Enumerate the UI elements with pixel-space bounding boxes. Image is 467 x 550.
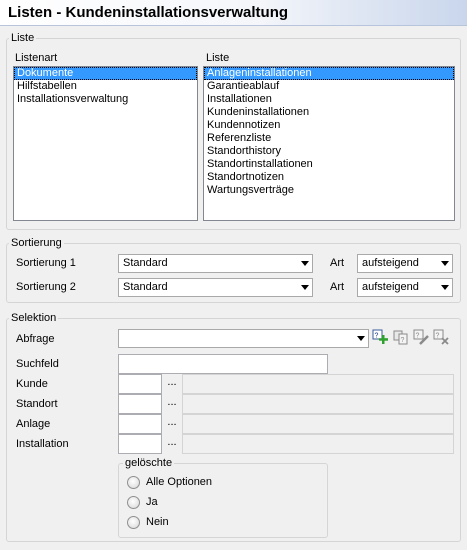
liste-item[interactable]: Kundeninstallationen: [204, 106, 454, 119]
abfrage-select[interactable]: [118, 329, 369, 348]
installation-label: Installation: [16, 438, 69, 450]
anlage-lookup-button[interactable]: ...: [163, 414, 181, 434]
radio-alle-optionen-label: Alle Optionen: [146, 476, 213, 488]
standort-input[interactable]: [118, 394, 162, 414]
window-title: Listen - Kundeninstallationsverwaltung: [8, 4, 289, 21]
kunde-lookup-button[interactable]: ...: [163, 374, 181, 394]
geloeschte-legend: gelöschte: [123, 457, 175, 469]
kunde-label: Kunde: [16, 378, 48, 390]
sortierung-2-art-select[interactable]: aufsteigend: [357, 278, 453, 297]
sortierung-1-value: Standard: [123, 257, 168, 269]
delete-query-icon[interactable]: ?: [433, 329, 449, 345]
installation-input[interactable]: [118, 434, 162, 454]
chevron-down-icon: [357, 336, 365, 341]
standort-label: Standort: [16, 398, 58, 410]
svg-text:?: ?: [401, 337, 405, 344]
liste-legend: Liste: [9, 32, 37, 44]
sortierung-1-select[interactable]: Standard: [118, 254, 313, 273]
selektion-legend: Selektion: [9, 312, 59, 324]
radio-nein[interactable]: [127, 516, 140, 529]
sortierung-1-art-value: aufsteigend: [362, 257, 419, 269]
svg-text:?: ?: [375, 333, 379, 340]
liste-item[interactable]: Standorthistory: [204, 145, 454, 158]
svg-text:?: ?: [416, 333, 420, 340]
anlage-label: Anlage: [16, 418, 51, 430]
suchfeld-input[interactable]: [118, 354, 328, 374]
liste-item[interactable]: Garantieablauf: [204, 80, 454, 93]
radio-nein-label: Nein: [146, 516, 169, 528]
sortierung-2-art-value: aufsteigend: [362, 281, 419, 293]
standort-lookup-button[interactable]: ...: [163, 394, 181, 414]
listenart-item[interactable]: Dokumente: [14, 67, 197, 80]
sortierung-2-art-label: Art: [330, 281, 345, 293]
sortierung-1-art-select[interactable]: aufsteigend: [357, 254, 453, 273]
radio-alle-optionen[interactable]: [127, 476, 140, 489]
new-query-icon[interactable]: ?: [372, 329, 388, 345]
anlage-input[interactable]: [118, 414, 162, 434]
kunde-name-field: [182, 374, 454, 394]
listenart-label: Listenart: [15, 52, 58, 64]
installation-lookup-button[interactable]: ...: [163, 434, 181, 454]
liste-item[interactable]: Kundennotizen: [204, 119, 454, 132]
liste-item[interactable]: Wartungsverträge: [204, 184, 454, 197]
listenart-item[interactable]: Installationsverwaltung: [14, 93, 197, 106]
chevron-down-icon: [301, 285, 309, 290]
liste-item[interactable]: Installationen: [204, 93, 454, 106]
listenart-listbox[interactable]: Dokumente Hilfstabellen Installationsverwa…: [13, 66, 198, 221]
listenart-item[interactable]: Hilfstabellen: [14, 80, 197, 93]
standort-name-field: [182, 394, 454, 414]
abfrage-label: Abfrage: [16, 333, 55, 345]
suchfeld-label: Suchfeld: [16, 358, 59, 370]
radio-ja[interactable]: [127, 496, 140, 509]
anlage-name-field: [182, 414, 454, 434]
sortierung-2-select[interactable]: Standard: [118, 278, 313, 297]
liste-listbox[interactable]: Anlageninstallationen Garantieablauf Insta…: [203, 66, 455, 221]
sortierung-1-label: Sortierung 1: [16, 257, 76, 269]
kunde-input[interactable]: [118, 374, 162, 394]
liste-item[interactable]: Standortnotizen: [204, 171, 454, 184]
liste-item[interactable]: Anlageninstallationen: [204, 67, 454, 80]
svg-text:?: ?: [436, 333, 440, 340]
liste-label: Liste: [206, 52, 230, 64]
sortierung-2-label: Sortierung 2: [16, 281, 76, 293]
liste-item[interactable]: Standortinstallationen: [204, 158, 454, 171]
radio-ja-label: Ja: [146, 496, 158, 508]
sortierung-1-art-label: Art: [330, 257, 345, 269]
sortierung-2-value: Standard: [123, 281, 168, 293]
edit-query-icon[interactable]: ?: [413, 329, 429, 345]
chevron-down-icon: [441, 285, 449, 290]
copy-query-icon[interactable]: ?: [393, 329, 409, 345]
installation-name-field: [182, 434, 454, 454]
title-bar: Listen - Kundeninstallationsverwaltung: [0, 0, 467, 26]
chevron-down-icon: [441, 261, 449, 266]
liste-item[interactable]: Referenzliste: [204, 132, 454, 145]
sortierung-legend: Sortierung: [9, 237, 64, 249]
chevron-down-icon: [301, 261, 309, 266]
